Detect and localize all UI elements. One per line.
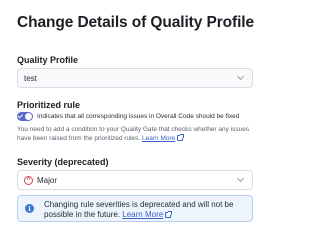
chevron-down-icon [236, 72, 245, 81]
deprecation-learn-more-link[interactable]: Learn More [122, 210, 163, 219]
toggle-knob [25, 113, 32, 120]
quality-profile-select[interactable]: test [17, 68, 253, 88]
external-link-icon [165, 210, 173, 218]
change-quality-profile-dialog: Change Details of Quality Profile Qualit… [0, 0, 270, 249]
prioritized-rule-label: Prioritized rule [17, 100, 81, 110]
external-link-icon [177, 133, 185, 141]
severity-label: Severity (deprecated) [17, 157, 109, 167]
prioritized-rule-toggle-label: Indicates that all corresponding issues … [37, 113, 240, 120]
quality-profile-value: test [24, 73, 37, 83]
severity-select[interactable]: ^ Major [17, 170, 253, 190]
prioritized-rule-learn-more-link[interactable]: Learn More [142, 135, 175, 142]
deprecation-notice-body: Changing rule severities is deprecated a… [44, 200, 249, 220]
chevron-down-icon [236, 174, 245, 183]
major-severity-icon: ^ [24, 175, 33, 185]
check-icon [17, 112, 23, 118]
prioritized-rule-help: You need to add a condition to your Qual… [17, 125, 257, 143]
prioritized-rule-help-text: You need to add a condition to your Qual… [17, 126, 250, 142]
prioritized-rule-row: Indicates that all corresponding issues … [17, 112, 239, 121]
severity-value: Major [37, 175, 58, 185]
prioritized-rule-toggle[interactable] [17, 112, 33, 121]
deprecation-notice: i Changing rule severities is deprecated… [17, 195, 253, 222]
info-icon: i [25, 204, 34, 213]
quality-profile-label: Quality Profile [17, 55, 79, 65]
dialog-title: Change Details of Quality Profile [17, 14, 254, 31]
